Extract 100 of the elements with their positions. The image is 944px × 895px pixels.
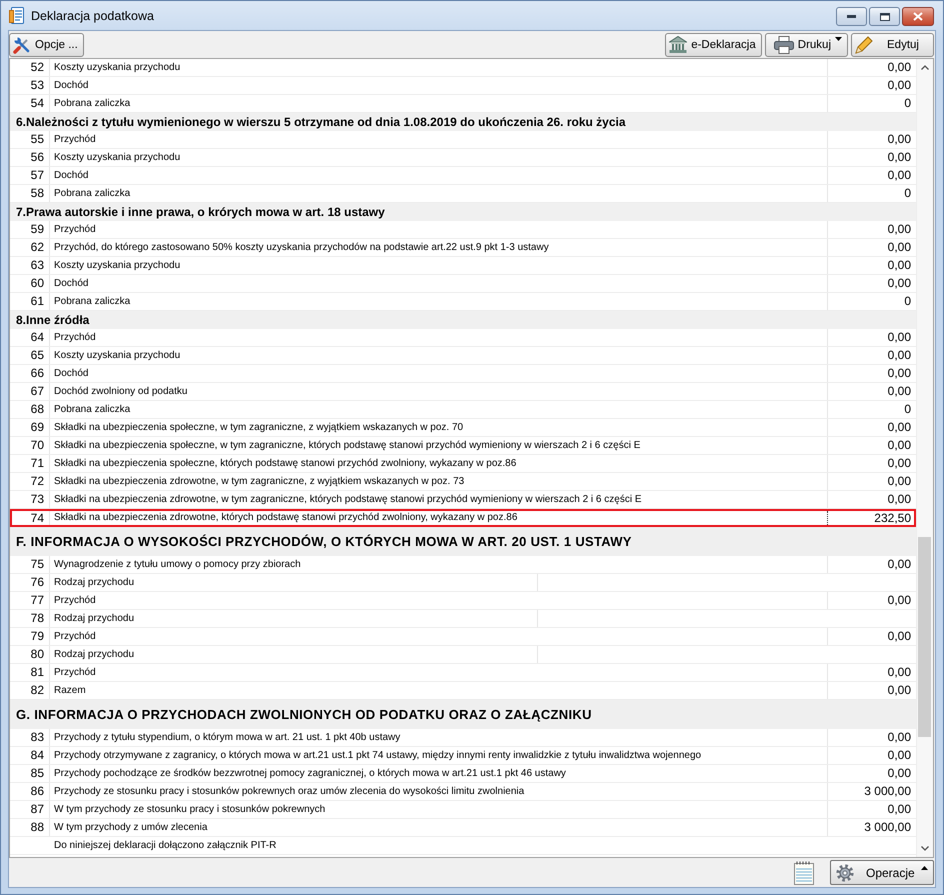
chevron-up-icon[interactable]: [921, 65, 929, 70]
row-label: Przychód: [54, 595, 96, 606]
table-row[interactable]: 55 Przychód 0,00: [10, 131, 916, 149]
row-label: Przychód: [54, 667, 96, 678]
row-label: Dochód: [54, 80, 88, 91]
amount-value: 0: [904, 402, 911, 416]
row-label: Przychód, do którego zastosowano 50% koszty uzyskania przychodów na podstawie art.22 ust.9 pkt 1-3 ustawy: [54, 242, 549, 253]
table-row[interactable]: 75 Wynagrodzenie z tytułu umowy o pomocy przy zbiorach 0,00: [10, 556, 916, 574]
amount-value: 0,00: [888, 150, 911, 164]
table-row[interactable]: 77 Przychód 0,00: [10, 592, 916, 610]
row-label: Dochód zwolniony od podatku: [54, 386, 188, 397]
table-row[interactable]: 58 Pobrana zaliczka 0: [10, 185, 916, 203]
table-row[interactable]: 79 Przychód 0,00: [10, 628, 916, 646]
table-row[interactable]: 52 Koszty uzyskania przychodu 0,00: [10, 59, 916, 77]
row-number: 63: [30, 258, 44, 272]
row-number: 84: [30, 748, 44, 762]
row-number: 65: [30, 348, 44, 362]
amount-value: 0: [904, 294, 911, 308]
row-number: 57: [30, 168, 44, 182]
table-row[interactable]: 80 Rodzaj przychodu: [10, 646, 916, 664]
amount-value: 0,00: [888, 330, 911, 344]
row-number: 70: [30, 438, 44, 452]
table-row[interactable]: 87 W tym przychody ze stosunku pracy i stosunków pokrewnych 0,00: [10, 801, 916, 819]
row-number: 87: [30, 802, 44, 816]
table-row[interactable]: 62 Przychód, do którego zastosowano 50% koszty uzyskania przychodów na podstawie art.22 ust.9 pkt 1-3 ustawy 0,00: [10, 239, 916, 257]
row-number: 56: [30, 150, 44, 164]
minimize-button[interactable]: [836, 7, 867, 26]
table-row[interactable]: 83 Przychody z tytułu stypendium, o którym mowa w art. 21 ust. 1 pkt 40b ustawy 0,00: [10, 729, 916, 747]
scrollbar-thumb[interactable]: [918, 537, 931, 737]
amount-value: 0,00: [888, 276, 911, 290]
row-number: 76: [30, 575, 44, 589]
table-row[interactable]: 85 Przychody pochodzące ze środków bezzwrotnej pomocy zagranicznej, o których mowa w art.21 ust.1 pkt 46 ustawy 0,00: [10, 765, 916, 783]
table-row[interactable]: 57 Dochód 0,00: [10, 167, 916, 185]
table-row[interactable]: 64 Przychód 0,00: [10, 329, 916, 347]
row-number: 53: [30, 78, 44, 92]
operations-button[interactable]: Operacje: [830, 860, 934, 885]
amount-value: 0,00: [888, 593, 911, 607]
amount-value: 0,00: [888, 258, 911, 272]
maximize-icon: [880, 12, 890, 20]
row-number: 61: [30, 294, 44, 308]
e-declaration-button[interactable]: e-Deklaracja: [665, 32, 762, 56]
table-row[interactable]: 66 Dochód 0,00: [10, 365, 916, 383]
table-row[interactable]: 78 Rodzaj przychodu: [10, 610, 916, 628]
table-row[interactable]: 68 Pobrana zaliczka 0: [10, 401, 916, 419]
table-row[interactable]: 53 Dochód 0,00: [10, 77, 916, 95]
table-row[interactable]: 59 Przychód 0,00: [10, 221, 916, 239]
row-label: Dochód: [54, 368, 88, 379]
amount-value: 0: [904, 96, 911, 110]
amount-value: 0,00: [888, 438, 911, 452]
row-label: Pobrana zaliczka: [54, 188, 130, 199]
row-number: 78: [30, 611, 44, 625]
table-row[interactable]: 88 W tym przychody z umów zlecenia 3 000,00: [10, 819, 916, 837]
row-number: 82: [30, 683, 44, 697]
table-row[interactable]: 54 Pobrana zaliczka 0: [10, 95, 916, 113]
table-row[interactable]: 60 Dochód 0,00: [10, 275, 916, 293]
options-button[interactable]: Opcje ...: [9, 32, 84, 56]
row-number: 80: [30, 647, 44, 661]
part-header: G. INFORMACJA O PRZYCHODACH ZWOLNIONYCH OD PODATKU ORAZ O ZAŁĄCZNIKU: [10, 700, 916, 729]
row-label: Składki na ubezpieczenia zdrowotne, w tym zagraniczne, których podstawę stanowi przychód wymieniony w wierszach 2 i 6 części E: [54, 494, 642, 505]
table-row[interactable]: 71 Składki na ubezpieczenia społeczne, których podstawę stanowi przychód zwolniony, wykazany w poz.86 0,00: [10, 455, 916, 473]
amount-value: 0,00: [888, 456, 911, 470]
close-button[interactable]: [902, 7, 934, 26]
row-number: 59: [30, 222, 44, 236]
notepad-icon[interactable]: [794, 860, 814, 884]
amount-value: 3 000,00: [864, 784, 911, 798]
row-label: Przychód: [54, 631, 96, 642]
chevron-down-icon[interactable]: [921, 846, 929, 851]
amount-value: 0,00: [888, 665, 911, 679]
maximize-button[interactable]: [869, 7, 900, 26]
row-label: Przychody otrzymywane z zagranicy, o których mowa w art.21 ust.1 pkt 74 ustawy, między innymi renty inwalidzkie z tytułu inwalidztwa wojennego: [54, 750, 702, 761]
table-row[interactable]: 63 Koszty uzyskania przychodu 0,00: [10, 257, 916, 275]
amount-value: 0,00: [888, 730, 911, 744]
row-label: Dochód: [54, 170, 88, 181]
table-row[interactable]: 70 Składki na ubezpieczenia społeczne, w tym zagraniczne, których podstawę stanowi przychód wymieniony w wierszach 2 i 6 części E 0,00: [10, 437, 916, 455]
table-row[interactable]: 76 Rodzaj przychodu: [10, 574, 916, 592]
amount-value: 0,00: [888, 629, 911, 643]
row-number: 62: [30, 240, 44, 254]
printer-icon: [774, 36, 794, 54]
table-row[interactable]: 74 Składki na ubezpieczenia zdrowotne, których podstawę stanowi przychód zwolniony, wykazany w poz.86 232,50: [10, 509, 916, 527]
table-row[interactable]: 61 Pobrana zaliczka 0: [10, 293, 916, 311]
table-row[interactable]: 73 Składki na ubezpieczenia zdrowotne, w tym zagraniczne, których podstawę stanowi przychód wymieniony w wierszach 2 i 6 części E 0,00: [10, 491, 916, 509]
row-label: Składki na ubezpieczenia społeczne, których podstawę stanowi przychód zwolniony, wykazany w poz.86: [54, 458, 516, 469]
print-button[interactable]: Drukuj: [764, 32, 848, 56]
table-row[interactable]: 82 Razem 0,00: [10, 682, 916, 700]
table-row[interactable]: 81 Przychód 0,00: [10, 664, 916, 682]
row-number: 86: [30, 784, 44, 798]
row-label: Przychód: [54, 332, 96, 343]
table-row[interactable]: 56 Koszty uzyskania przychodu 0,00: [10, 149, 916, 167]
table-row[interactable]: 84 Przychody otrzymywane z zagranicy, o których mowa w art.21 ust.1 pkt 74 ustawy, między innymi renty inwalidzkie z tytułu inwalidztwa wojennego 0,00: [10, 747, 916, 765]
table-row[interactable]: 86 Przychody ze stosunku pracy i stosunków pokrewnych oraz umów zlecenia do wysokości limitu zwolnienia 3 000,00: [10, 783, 916, 801]
amount-value: 0,00: [888, 802, 911, 816]
amount-value: 0,00: [888, 348, 911, 362]
row-label: Przychody z tytułu stypendium, o którym mowa w art. 21 ust. 1 pkt 40b ustawy: [54, 732, 400, 743]
table-row[interactable]: 67 Dochód zwolniony od podatku 0,00: [10, 383, 916, 401]
table-row[interactable]: 65 Koszty uzyskania przychodu 0,00: [10, 347, 916, 365]
row-label: Składki na ubezpieczenia zdrowotne, których podstawę stanowi przychód zwolniony, wykazany w poz.86: [54, 512, 518, 523]
table-row[interactable]: 69 Składki na ubezpieczenia społeczne, w tym zagraniczne, z wyjątkiem wskazanych w poz. 70 0,00: [10, 419, 916, 437]
table-row[interactable]: 72 Składki na ubezpieczenia zdrowotne, w tym zagraniczne, z wyjątkiem wskazanych w poz. 73 0,00: [10, 473, 916, 491]
edit-button[interactable]: Edytuj: [851, 32, 934, 56]
scrollbar[interactable]: [916, 59, 933, 857]
